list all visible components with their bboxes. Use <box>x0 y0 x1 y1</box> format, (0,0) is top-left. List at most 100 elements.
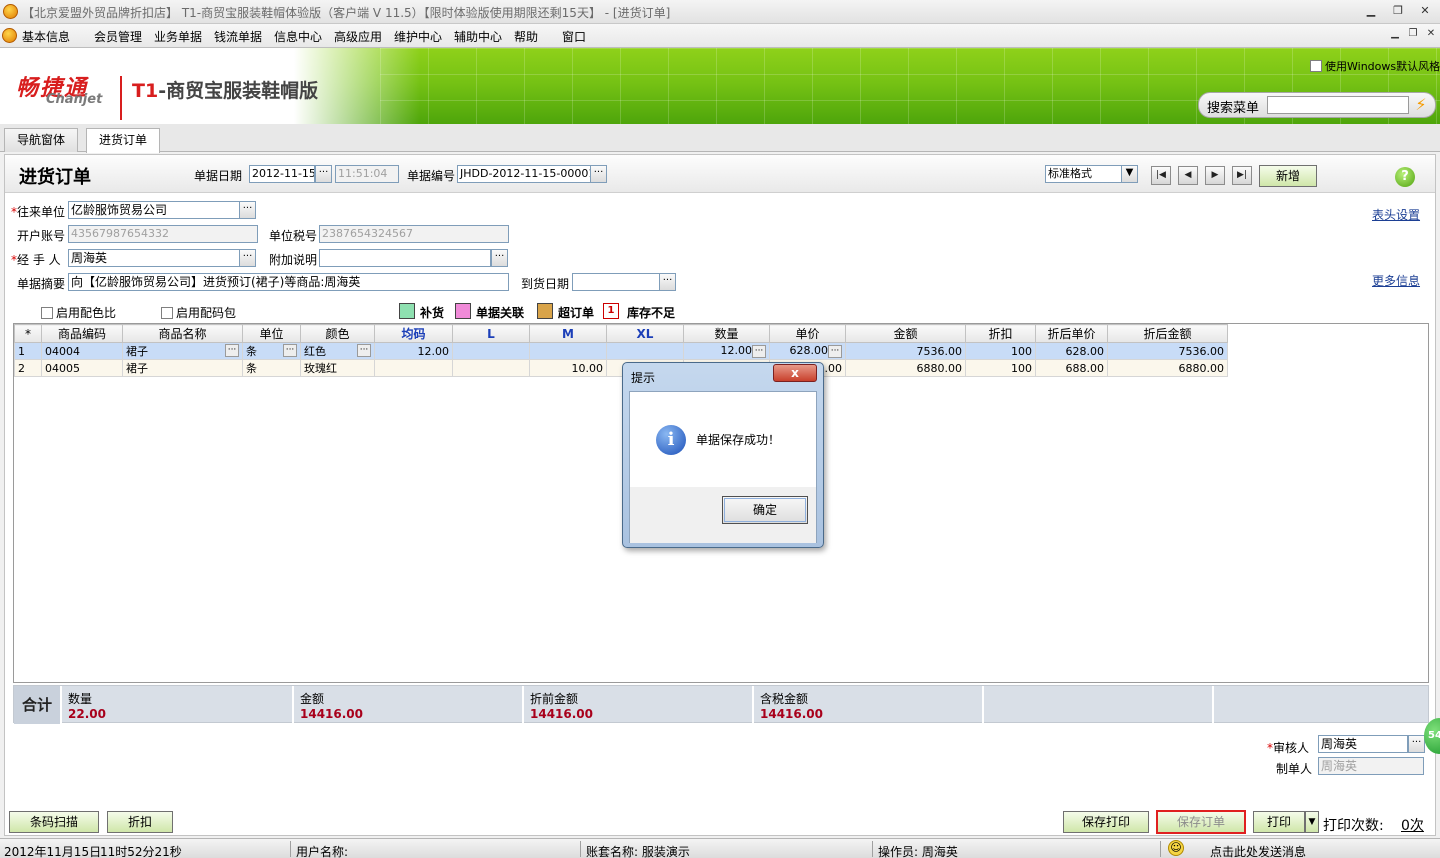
tab-purchase-order[interactable]: 进货订单 <box>86 128 161 153</box>
cell-picker-icon[interactable]: ··· <box>752 345 766 358</box>
menu-window[interactable]: 窗口 <box>562 28 586 45</box>
close-icon[interactable]: x <box>773 364 817 382</box>
cell-code[interactable]: 04005 <box>41 359 123 377</box>
save-print-button[interactable]: 保存打印 <box>1063 811 1149 833</box>
cell-size-xl[interactable] <box>606 342 684 360</box>
table-row[interactable]: 2 04005 裙子 条 玫瑰红 10.00 688.00 6880.00 10… <box>14 359 1228 377</box>
col-header[interactable]: 金额 <box>845 324 966 343</box>
first-record-icon[interactable]: |◀ <box>1151 166 1171 185</box>
menu-info-center[interactable]: 信息中心 <box>274 28 322 45</box>
table-row[interactable]: 1 04004 ··· 裙子 ··· 条 ··· 红色 12.00 ··· 12.00 … <box>14 342 1228 360</box>
cell-picker-icon[interactable]: ··· <box>225 344 239 357</box>
menu-cashflow[interactable]: 钱流单据 <box>214 28 262 45</box>
smiley-icon[interactable]: ☺ <box>1168 840 1184 856</box>
cell-color[interactable]: 玫瑰红 <box>300 359 375 377</box>
cell-code[interactable]: 04004 <box>41 342 123 360</box>
arrival-input[interactable] <box>572 273 660 291</box>
lightning-search-icon[interactable]: ⚡ <box>1411 95 1431 115</box>
cell-disc-amount[interactable]: 7536.00 <box>1107 342 1228 360</box>
header-settings-link[interactable]: 表头设置 <box>1372 206 1420 223</box>
summary-input[interactable]: 向【亿龄服饰贸易公司】进货预订(裙子)等商品:周海英 <box>68 273 509 291</box>
col-header[interactable]: 颜色 <box>300 324 375 343</box>
help-icon[interactable]: ? <box>1395 167 1415 187</box>
checkbox-icon[interactable] <box>161 307 173 319</box>
size-pack-option[interactable]: 启用配码包 <box>161 304 236 321</box>
col-header[interactable]: L <box>452 324 530 343</box>
handler-picker-button[interactable]: ··· <box>239 249 256 267</box>
windows-style-checkbox[interactable]: 使用Windows默认风格 <box>1310 58 1440 74</box>
handler-input[interactable]: 周海英 <box>68 249 240 267</box>
mdi-minimize-icon[interactable]: ▁ <box>1386 27 1404 42</box>
cell-discount[interactable]: 100 <box>965 359 1036 377</box>
print-dropdown-icon[interactable]: ▼ <box>1305 811 1319 833</box>
cell-amount[interactable]: 7536.00 <box>845 342 966 360</box>
minimize-icon[interactable]: ▁ <box>1362 4 1380 19</box>
cell-qty[interactable]: ··· 12.00 <box>683 342 770 360</box>
menu-basic-info[interactable]: 基本信息 <box>22 28 70 45</box>
reviewer-picker-button[interactable]: ··· <box>1408 735 1425 753</box>
cell-size-free[interactable]: 12.00 <box>374 342 453 360</box>
menu-assist[interactable]: 辅助中心 <box>454 28 502 45</box>
status-send-message[interactable]: 点击此处发送消息 <box>1210 843 1306 858</box>
col-header[interactable]: M <box>529 324 607 343</box>
checkbox-icon[interactable] <box>1310 60 1322 72</box>
cell-discount[interactable]: 100 <box>965 342 1036 360</box>
cell-picker-icon[interactable]: ··· <box>357 344 371 357</box>
cell-name[interactable]: ··· 裙子 <box>122 342 243 360</box>
cell-size-l[interactable] <box>452 359 530 377</box>
menu-help[interactable]: 帮助 <box>514 28 538 45</box>
date-input[interactable]: 2012-11-15 <box>249 165 315 183</box>
next-record-icon[interactable]: ▶ <box>1205 166 1225 185</box>
menu-maintenance[interactable]: 维护中心 <box>394 28 442 45</box>
menu-advanced[interactable]: 高级应用 <box>334 28 382 45</box>
cell-size-free[interactable] <box>374 359 453 377</box>
cell-size-m[interactable] <box>529 342 607 360</box>
note-input[interactable] <box>319 249 491 267</box>
menu-app-icon[interactable] <box>2 28 17 43</box>
col-header[interactable]: 均码 <box>374 324 453 343</box>
cell-unit[interactable]: ··· 条 <box>242 342 301 360</box>
note-picker-button[interactable]: ··· <box>491 249 508 267</box>
checkbox-icon[interactable] <box>41 307 53 319</box>
discount-button[interactable]: 折扣 <box>107 811 173 833</box>
menu-member[interactable]: 会员管理 <box>94 28 142 45</box>
chevron-down-icon[interactable]: ▼ <box>1121 165 1138 183</box>
color-ratio-option[interactable]: 启用配色比 <box>41 304 116 321</box>
col-header[interactable]: 商品编码 <box>41 324 123 343</box>
cell-disc-amount[interactable]: 6880.00 <box>1107 359 1228 377</box>
arrival-picker-button[interactable]: ··· <box>659 273 676 291</box>
cell-amount[interactable]: 6880.00 <box>845 359 966 377</box>
col-header[interactable]: 折扣 <box>965 324 1036 343</box>
tab-navigation[interactable]: 导航窗体 <box>4 128 79 152</box>
last-record-icon[interactable]: ▶| <box>1232 166 1252 185</box>
number-input[interactable]: JHDD-2012-11-15-00001 <box>457 165 591 183</box>
cell-name[interactable]: 裙子 <box>122 359 243 377</box>
close-icon[interactable]: ✕ <box>1416 4 1434 19</box>
more-info-link[interactable]: 更多信息 <box>1372 272 1420 289</box>
barcode-scan-button[interactable]: 条码扫描 <box>9 811 99 833</box>
col-header[interactable]: 折后单价 <box>1035 324 1108 343</box>
cell-picker-icon[interactable]: ··· <box>283 344 297 357</box>
mdi-close-icon[interactable]: ✕ <box>1422 27 1440 42</box>
col-header[interactable]: XL <box>606 324 684 343</box>
col-header[interactable]: 单价 <box>769 324 846 343</box>
date-picker-button[interactable]: ··· <box>315 165 332 183</box>
search-input[interactable] <box>1267 96 1409 114</box>
col-header[interactable]: 折后金额 <box>1107 324 1228 343</box>
ok-button[interactable]: 确定 <box>722 496 808 524</box>
save-order-button[interactable]: 保存订单 <box>1156 810 1246 834</box>
partner-picker-button[interactable]: ··· <box>239 201 256 219</box>
cell-price[interactable]: ··· 628.00 <box>769 342 846 360</box>
cell-color[interactable]: ··· 红色 <box>300 342 375 360</box>
mdi-restore-icon[interactable]: ❐ <box>1404 27 1422 42</box>
cell-unit[interactable]: 条 <box>242 359 301 377</box>
partner-input[interactable]: 亿龄服饰贸易公司 <box>68 201 240 219</box>
cell-size-l[interactable] <box>452 342 530 360</box>
cell-picker-icon[interactable]: ··· <box>828 345 842 358</box>
col-header[interactable]: 商品名称 <box>122 324 243 343</box>
cell-size-m[interactable]: 10.00 <box>529 359 607 377</box>
menu-business[interactable]: 业务单据 <box>154 28 202 45</box>
number-picker-button[interactable]: ··· <box>590 165 607 183</box>
print-button[interactable]: 打印 <box>1253 811 1305 833</box>
cell-disc-price[interactable]: 628.00 <box>1035 342 1108 360</box>
